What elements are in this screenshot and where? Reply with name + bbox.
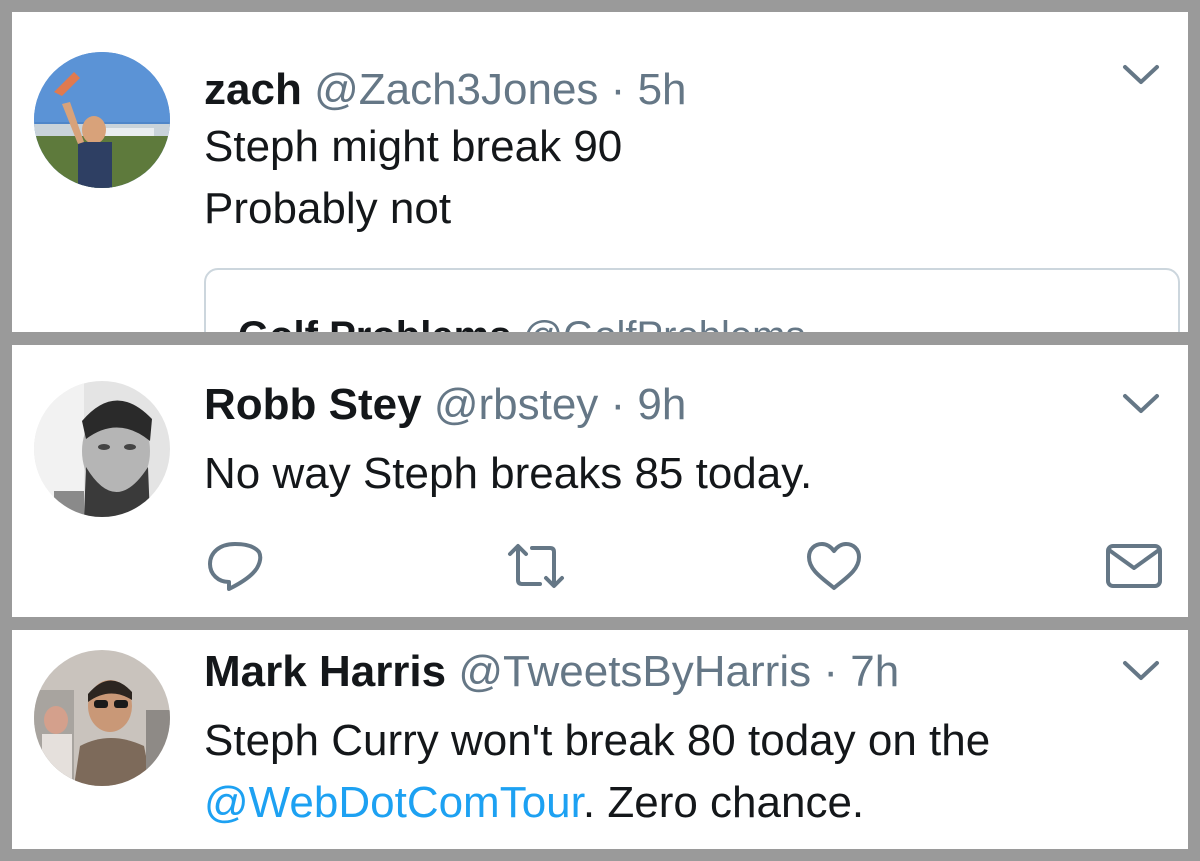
chevron-down-icon[interactable] xyxy=(1122,393,1160,415)
quoted-tweet-header: Golf Problems @GolfProblems xyxy=(238,312,805,332)
tweet-header: zach @Zach3Jones · 5h xyxy=(204,64,1108,116)
tweet-line: @WebDotComTour. Zero chance. xyxy=(204,772,1148,834)
timestamp[interactable]: 5h xyxy=(638,65,687,114)
tweet-line: Probably not xyxy=(204,184,452,233)
display-name[interactable]: Mark Harris xyxy=(204,647,446,696)
separator: · xyxy=(610,380,626,429)
chevron-down-icon[interactable] xyxy=(1122,660,1160,682)
chevron-down-icon[interactable] xyxy=(1122,64,1160,86)
quoted-tweet[interactable]: Golf Problems @GolfProblems xyxy=(204,268,1180,332)
timestamp[interactable]: 9h xyxy=(637,380,686,429)
display-name[interactable]: zach xyxy=(204,65,302,114)
tweet-robb-stey[interactable]: Robb Stey @rbstey · 9h No way Steph brea… xyxy=(12,345,1188,617)
tweet-line-rest: . Zero chance. xyxy=(582,778,865,827)
tweet-text: No way Steph breaks 85 today. xyxy=(204,443,1148,505)
tweet-header: Robb Stey @rbstey · 9h xyxy=(204,379,1108,431)
display-name[interactable]: Robb Stey xyxy=(204,380,422,429)
timestamp[interactable]: 7h xyxy=(850,647,899,696)
quoted-display-name: Golf Problems xyxy=(238,314,511,332)
avatar[interactable] xyxy=(34,52,170,188)
mention-link[interactable]: @WebDotComTour xyxy=(204,778,583,827)
retweet-icon[interactable] xyxy=(506,540,566,592)
avatar[interactable] xyxy=(34,650,170,786)
tweet-zach[interactable]: zach @Zach3Jones · 5h Steph might break … xyxy=(12,12,1188,332)
tweet-text: Steph Curry won't break 80 today on the … xyxy=(204,710,1148,834)
tweet-mark-harris[interactable]: Mark Harris @TweetsByHarris · 7h Steph C… xyxy=(12,630,1188,849)
user-handle[interactable]: @TweetsByHarris xyxy=(458,647,811,696)
tweet-line: No way Steph breaks 85 today. xyxy=(204,449,813,498)
avatar[interactable] xyxy=(34,381,170,517)
reply-icon[interactable] xyxy=(205,540,265,592)
quoted-user-handle: @GolfProblems xyxy=(523,314,806,332)
separator: · xyxy=(610,65,626,114)
user-handle[interactable]: @rbstey xyxy=(434,380,598,429)
tweet-line: Steph might break 90 xyxy=(204,122,623,171)
tweet-header: Mark Harris @TweetsByHarris · 7h xyxy=(204,646,1108,698)
separator: · xyxy=(823,647,838,696)
user-handle[interactable]: @Zach3Jones xyxy=(314,65,598,114)
like-icon[interactable] xyxy=(804,540,864,592)
tweet-line: Steph Curry won't break 80 today on the xyxy=(204,716,991,765)
direct-message-icon[interactable] xyxy=(1104,540,1164,592)
tweet-text: Steph might break 90 Probably not xyxy=(204,116,1148,240)
